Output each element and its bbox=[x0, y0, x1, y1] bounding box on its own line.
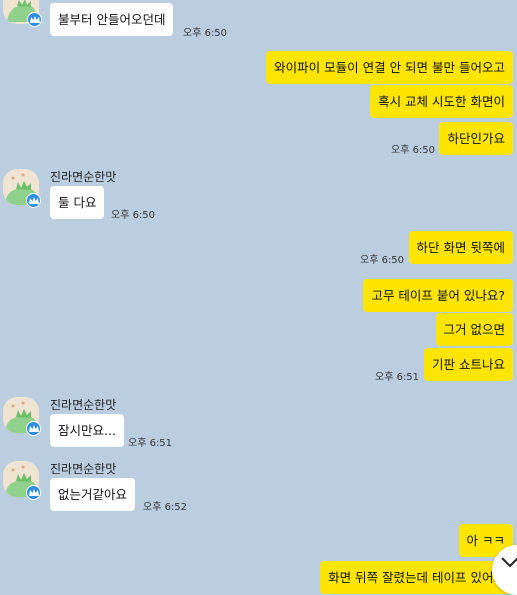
message-bubble[interactable]: 둘 다요 bbox=[50, 186, 105, 219]
crown-badge-icon bbox=[27, 12, 42, 27]
crown-badge-icon bbox=[26, 421, 41, 436]
sender-name: 진라면순한맛 bbox=[50, 462, 117, 476]
message-bubble[interactable]: 와이파이 모듈이 연결 안 되면 불만 들어오고 bbox=[266, 51, 513, 84]
message-time: 오후 6:52 bbox=[143, 502, 188, 513]
message-bubble[interactable]: 없는거같아요 bbox=[50, 478, 136, 511]
message-bubble[interactable]: 하단 화면 뒷쪽에 bbox=[408, 231, 513, 264]
message-bubble[interactable]: 화면 뒤쪽 잘렸는데 테이프 있어요 bbox=[320, 561, 513, 594]
message-bubble[interactable]: 고무 테이프 붙어 있나요? bbox=[363, 279, 513, 312]
message-bubble[interactable]: 그거 없으면 bbox=[435, 313, 513, 346]
message-time: 오후 6:50 bbox=[360, 255, 405, 266]
message-time: 오후 6:50 bbox=[183, 28, 228, 39]
message-time: 오후 6:51 bbox=[375, 372, 420, 383]
message-time: 오후 6:50 bbox=[111, 210, 156, 221]
crown-badge-icon bbox=[26, 193, 41, 208]
message-bubble[interactable]: 혹시 교체 시도한 화면이 bbox=[370, 85, 513, 118]
chevron-down-icon bbox=[501, 557, 517, 568]
message-time: 오후 6:50 bbox=[391, 145, 436, 156]
message-bubble[interactable]: 불부터 안들어오던데 bbox=[50, 3, 174, 36]
sender-name: 진라면순한맛 bbox=[50, 170, 117, 184]
message-bubble[interactable]: 잠시만요... bbox=[50, 414, 124, 447]
message-time: 오후 6:51 bbox=[128, 438, 173, 449]
sender-name: 진라면순한맛 bbox=[50, 398, 117, 412]
message-bubble[interactable]: 하단인가요 bbox=[439, 122, 513, 155]
message-bubble[interactable]: 기판 쇼트나요 bbox=[424, 348, 513, 381]
crown-badge-icon bbox=[26, 485, 41, 500]
